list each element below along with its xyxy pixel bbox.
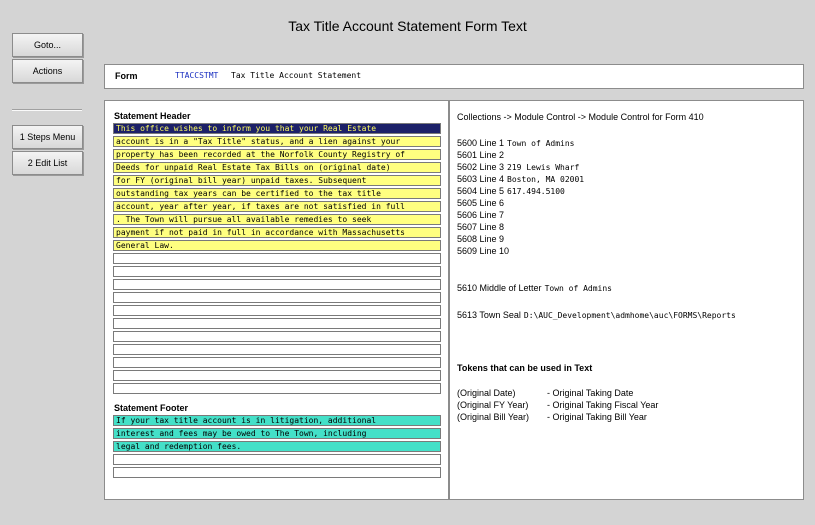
module-control-line: 5604 Line 5 617.494.5100 xyxy=(457,186,565,196)
edit-list-button[interactable]: 2 Edit List xyxy=(12,151,83,175)
form-info-bar: Form TTACCSTMT Tax Title Account Stateme… xyxy=(104,64,804,89)
middle-of-letter-row: 5610 Middle of Letter Town of Admins xyxy=(457,283,612,293)
statement-header-label: Statement Header xyxy=(114,111,191,121)
statement-header-line[interactable]: This office wishes to inform you that yo… xyxy=(113,123,441,134)
module-control-line: 5603 Line 4 Boston, MA 02001 xyxy=(457,174,584,184)
module-control-panel: Collections -> Module Control -> Module … xyxy=(457,101,797,499)
module-control-line-value: Boston, MA 02001 xyxy=(507,175,585,184)
statement-header-line[interactable]: for FY (original bill year) unpaid taxes… xyxy=(113,175,441,186)
statement-header-line[interactable]: account is in a "Tax Title" status, and … xyxy=(113,136,441,147)
statement-header-line[interactable] xyxy=(113,331,441,342)
module-control-line-key: 5601 Line 2 xyxy=(457,150,505,160)
token-description: - Original Taking Bill Year xyxy=(547,412,647,422)
statement-header-line[interactable] xyxy=(113,266,441,277)
statement-header-line[interactable] xyxy=(113,318,441,329)
statement-footer-lines: If your tax title account is in litigati… xyxy=(113,415,441,480)
statement-header-line[interactable] xyxy=(113,357,441,368)
module-control-line: 5606 Line 7 xyxy=(457,210,507,220)
statement-header-lines: This office wishes to inform you that yo… xyxy=(113,123,441,396)
statement-header-line[interactable]: . The Town will pursue all available rem… xyxy=(113,214,441,225)
actions-button[interactable]: Actions xyxy=(12,59,83,83)
statement-footer-line[interactable]: legal and redemption fees. xyxy=(113,441,441,452)
module-control-line-key: 5605 Line 6 xyxy=(457,198,505,208)
statement-header-line[interactable]: account, year after year, if taxes are n… xyxy=(113,201,441,212)
form-name: Tax Title Account Statement xyxy=(231,71,362,80)
town-seal-row: 5613 Town Seal D:\AUC_Development\admhome… xyxy=(457,310,736,320)
statement-header-line[interactable]: General Law. xyxy=(113,240,441,251)
token-row: (Original Bill Year) - Original Taking Bi… xyxy=(457,412,647,422)
token-row: (Original FY Year) - Original Taking Fisc… xyxy=(457,400,658,410)
statement-footer-line[interactable]: interest and fees may be owed to The Tow… xyxy=(113,428,441,439)
module-control-line-key: 5604 Line 5 xyxy=(457,186,505,196)
module-control-line-value: 617.494.5100 xyxy=(507,187,565,196)
statement-header-line[interactable] xyxy=(113,344,441,355)
statement-header-line[interactable]: outstanding tax years can be certified t… xyxy=(113,188,441,199)
statement-header-line[interactable]: Deeds for unpaid Real Estate Tax Bills o… xyxy=(113,162,441,173)
module-control-heading: Collections -> Module Control -> Module … xyxy=(457,112,704,122)
module-control-line-key: 5602 Line 3 xyxy=(457,162,505,172)
statement-header-line[interactable] xyxy=(113,305,441,316)
form-text-panel: Statement Header This office wishes to i… xyxy=(104,100,804,500)
middle-of-letter-value: Town of Admins xyxy=(544,284,612,293)
module-control-line-value: Town of Admins xyxy=(507,139,575,148)
statement-header-line[interactable]: property has been recorded at the Norfol… xyxy=(113,149,441,160)
window-title: Tax Title Account Statement Form Text xyxy=(288,18,527,34)
module-control-line-key: 5609 Line 10 xyxy=(457,246,510,256)
form-code: TTACCSTMT xyxy=(175,71,219,80)
form-label: Form xyxy=(115,71,138,81)
token-name: (Original Bill Year) xyxy=(457,412,530,422)
steps-menu-button[interactable]: 1 Steps Menu xyxy=(12,125,83,149)
statement-header-line[interactable] xyxy=(113,253,441,264)
tokens-title: Tokens that can be used in Text xyxy=(457,363,593,373)
statement-footer-label: Statement Footer xyxy=(114,403,189,413)
module-control-line-key: 5603 Line 4 xyxy=(457,174,505,184)
town-seal-value: D:\AUC_Development\admhome\auc\FORMS\Rep… xyxy=(523,311,736,320)
statement-footer-line[interactable] xyxy=(113,454,441,465)
module-control-line: 5608 Line 9 xyxy=(457,234,507,244)
module-control-line-key: 5600 Line 1 xyxy=(457,138,505,148)
middle-of-letter-key: 5610 Middle of Letter xyxy=(457,283,542,293)
token-description: - Original Taking Date xyxy=(547,388,634,398)
statement-header-line[interactable] xyxy=(113,383,441,394)
module-control-line: 5605 Line 6 xyxy=(457,198,507,208)
module-control-line: 5607 Line 8 xyxy=(457,222,507,232)
token-name: (Original Date) xyxy=(457,388,516,398)
token-row: (Original Date) - Original Taking Date xyxy=(457,388,633,398)
module-control-line-key: 5608 Line 9 xyxy=(457,234,505,244)
panel-divider xyxy=(448,101,450,499)
statement-header-line[interactable]: payment if not paid in full in accordanc… xyxy=(113,227,441,238)
token-description: - Original Taking Fiscal Year xyxy=(547,400,659,410)
town-seal-key: 5613 Town Seal xyxy=(457,310,521,320)
module-control-line: 5601 Line 2 xyxy=(457,150,507,160)
module-control-line: 5602 Line 3 219 Lewis Wharf xyxy=(457,162,579,172)
statement-header-line[interactable] xyxy=(113,292,441,303)
sidebar-divider xyxy=(12,109,82,111)
statement-footer-line[interactable]: If your tax title account is in litigati… xyxy=(113,415,441,426)
module-control-line: 5609 Line 10 xyxy=(457,246,512,256)
statement-header-line[interactable] xyxy=(113,279,441,290)
module-control-line-key: 5607 Line 8 xyxy=(457,222,505,232)
module-control-line: 5600 Line 1 Town of Admins xyxy=(457,138,574,148)
statement-footer-line[interactable] xyxy=(113,467,441,478)
module-control-line-value: 219 Lewis Wharf xyxy=(507,163,580,172)
token-name: (Original FY Year) xyxy=(457,400,529,410)
statement-header-line[interactable] xyxy=(113,370,441,381)
module-control-line-key: 5606 Line 7 xyxy=(457,210,505,220)
goto-button[interactable]: Goto... xyxy=(12,33,83,57)
